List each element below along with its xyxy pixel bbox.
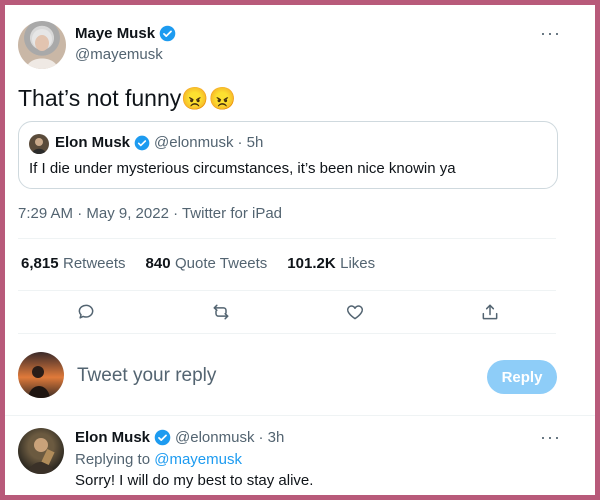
reply-age[interactable]: · 3h	[258, 429, 284, 446]
user-avatar[interactable]	[18, 352, 64, 398]
more-options-icon[interactable]: ···	[540, 23, 561, 44]
divider	[5, 415, 595, 416]
elon-avatar-small	[29, 134, 49, 154]
tweet-author-handle[interactable]: @mayemusk	[75, 46, 163, 63]
likes-label: Likes	[340, 255, 376, 272]
quoted-author-handle: @elonmusk	[154, 134, 234, 151]
tweet-text: That’s not funny	[18, 85, 182, 111]
reply-author-name[interactable]: Elon Musk	[75, 429, 150, 446]
retweets-count: 6,815	[21, 255, 59, 272]
quoted-text: If I die under mysterious circumstances,…	[29, 160, 456, 177]
quoted-author-name: Elon Musk	[55, 134, 131, 151]
likes-count: 101.2K	[287, 255, 336, 272]
reply-icon[interactable]	[71, 297, 101, 327]
retweets-label: Retweets	[63, 255, 126, 272]
reply-text: Sorry! I will do my best to stay alive.	[75, 472, 314, 489]
maye-avatar[interactable]	[18, 21, 66, 69]
quoted-tweet-card[interactable]: Elon Musk @elonmusk · 5h If I die under …	[18, 121, 558, 189]
quotes-label: Quote Tweets	[175, 255, 268, 272]
likes-stat[interactable]: 101.2K Likes	[287, 255, 375, 273]
more-options-icon[interactable]: ···	[540, 427, 561, 448]
quoted-age: · 5h	[237, 134, 264, 151]
divider	[18, 333, 556, 334]
like-icon[interactable]	[340, 297, 370, 327]
reply-author-handle[interactable]: @elonmusk	[175, 429, 254, 446]
reply-button-label: Reply	[501, 368, 543, 386]
tweet-author-name[interactable]: Maye Musk	[75, 25, 155, 42]
elon-avatar[interactable]	[18, 428, 64, 474]
angry-emoji: 😠😠	[181, 85, 237, 111]
reply-input[interactable]: Tweet your reply	[77, 365, 216, 387]
replying-to-handle[interactable]: @mayemusk	[154, 451, 242, 468]
divider	[18, 290, 556, 291]
quote-tweets-stat[interactable]: 840 Quote Tweets	[146, 255, 268, 273]
verified-badge-icon	[134, 135, 150, 151]
verified-badge-icon	[159, 25, 176, 42]
tweet-timestamp[interactable]: 7:29 AM · May 9, 2022 · Twitter for iPad	[18, 205, 282, 222]
reply-button[interactable]: Reply	[487, 360, 557, 394]
retweets-stat[interactable]: 6,815 Retweets	[21, 255, 126, 273]
tweet-detail-panel: Maye Musk @mayemusk ··· That’s not funny…	[5, 5, 595, 495]
retweet-icon[interactable]	[206, 297, 236, 327]
divider	[18, 238, 556, 239]
share-icon[interactable]	[475, 297, 505, 327]
replying-to-label: Replying to	[75, 451, 151, 468]
verified-badge-icon	[154, 429, 171, 446]
quotes-count: 840	[145, 255, 171, 272]
